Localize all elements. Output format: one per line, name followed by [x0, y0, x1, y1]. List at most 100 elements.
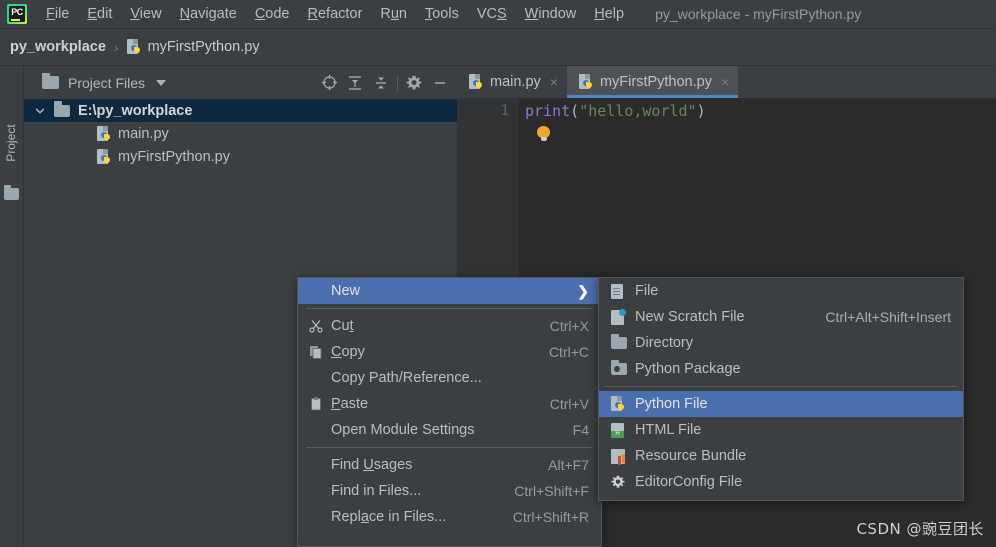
settings-gear-icon[interactable] — [401, 70, 427, 96]
context-menu-shortcut: Ctrl+X — [549, 318, 589, 334]
context-menu-label: Copy — [331, 344, 365, 360]
toolbar-divider — [397, 74, 398, 91]
menu-separator — [306, 308, 593, 309]
folder-icon — [54, 101, 70, 117]
code-line-1: print("hello,world") — [525, 102, 706, 120]
tab-main-py[interactable]: main.py × — [457, 66, 567, 97]
submenu-label: Python File — [635, 396, 708, 412]
submenu-item-editorconfig-file[interactable]: EditorConfig File — [599, 469, 963, 495]
menu-help[interactable]: Help — [585, 3, 633, 25]
context-menu-item-clipped[interactable] — [298, 530, 601, 546]
context-menu-item-paste[interactable]: Paste Ctrl+V — [298, 391, 601, 417]
menu-refactor[interactable]: Refactor — [299, 3, 372, 25]
menu-navigate[interactable]: Navigate — [171, 3, 246, 25]
menu-view[interactable]: View — [121, 3, 170, 25]
menu-bar: PC File Edit View Navigate Code Refactor… — [0, 0, 996, 29]
context-menu-label: Find Usages — [331, 457, 413, 473]
resource-bundle-icon — [611, 448, 635, 464]
collapse-all-icon[interactable] — [368, 70, 394, 96]
close-icon[interactable]: × — [721, 75, 729, 89]
context-menu-label: Replace in Files... — [331, 509, 447, 525]
python-file-icon — [578, 73, 594, 90]
tree-row-root[interactable]: E:\py_workplace — [24, 99, 457, 122]
hide-panel-icon[interactable] — [427, 70, 453, 96]
python-file-icon — [469, 73, 484, 90]
submenu-item-file[interactable]: File — [599, 278, 963, 304]
submenu-item-new-scratch-file[interactable]: New Scratch File Ctrl+Alt+Shift+Insert — [599, 304, 963, 330]
menu-code[interactable]: Code — [246, 3, 299, 25]
submenu-label: EditorConfig File — [635, 474, 743, 490]
submenu-label: Resource Bundle — [635, 448, 747, 464]
context-menu-label: Paste — [331, 396, 369, 412]
watermark: CSDN @豌豆团长 — [856, 520, 984, 538]
copy-icon — [309, 345, 331, 359]
context-menu-item-new[interactable]: New ❯ — [298, 278, 601, 304]
editor-tab-bar: main.py × myFirstPython.py × — [457, 66, 996, 98]
project-toolbar-icons — [316, 70, 457, 96]
context-menu-item-find-in-files[interactable]: Find in Files... Ctrl+Shift+F — [298, 478, 601, 504]
python-package-icon — [611, 359, 635, 375]
code-close-paren: ) — [696, 102, 706, 120]
context-menu-item-copy-path[interactable]: Copy Path/Reference... — [298, 365, 601, 391]
chevron-expanded-icon[interactable] — [32, 106, 48, 116]
context-menu-shortcut: Ctrl+Shift+R — [512, 509, 589, 525]
scissors-icon — [309, 319, 331, 333]
context-menu-shortcut: Ctrl+Shift+F — [514, 483, 589, 499]
html-file-icon — [611, 422, 635, 438]
submenu-label: Python Package — [635, 361, 741, 377]
line-number: 1 — [500, 103, 509, 119]
folder-icon[interactable] — [4, 185, 19, 200]
submenu-label: New Scratch File — [635, 309, 745, 325]
tree-row-myfirstpython-py[interactable]: myFirstPython.py — [24, 145, 457, 168]
pycharm-logo-icon: PC — [7, 4, 27, 24]
tree-row-main-py[interactable]: main.py — [24, 122, 457, 145]
project-toolbar: Project Files — [24, 66, 457, 99]
menu-run[interactable]: Run — [371, 3, 416, 25]
menu-vcs[interactable]: VCS — [468, 3, 516, 25]
submenu-shortcut: Ctrl+Alt+Shift+Insert — [825, 309, 951, 325]
project-panel-title[interactable]: Project Files — [68, 75, 145, 91]
context-menu-item-open-module-settings[interactable]: Open Module Settings F4 — [298, 417, 601, 443]
context-menu-shortcut: Ctrl+C — [548, 344, 589, 360]
close-icon[interactable]: × — [550, 75, 558, 89]
submenu-item-python-package[interactable]: Python Package — [599, 356, 963, 382]
project-tree: E:\py_workplace main.py myFirstPython.py — [24, 99, 457, 168]
tab-myfirstpython-py[interactable]: myFirstPython.py × — [566, 66, 739, 98]
submenu-item-directory[interactable]: Directory — [599, 330, 963, 356]
code-open-paren: ( — [570, 102, 580, 120]
tab-label: myFirstPython.py — [599, 73, 712, 90]
lightbulb-icon[interactable] — [537, 126, 550, 142]
context-menu-item-replace-in-files[interactable]: Replace in Files... Ctrl+Shift+R — [298, 504, 601, 530]
tab-label: main.py — [490, 73, 541, 90]
context-menu-item-cut[interactable]: Cut Ctrl+X — [298, 313, 601, 339]
file-icon — [611, 283, 635, 299]
tree-item-label: myFirstPython.py — [118, 148, 230, 165]
locate-target-icon[interactable] — [316, 70, 342, 96]
expand-all-icon[interactable] — [342, 70, 368, 96]
context-menu-item-copy[interactable]: Copy Ctrl+C — [298, 339, 601, 365]
tool-window-strip: Project — [0, 66, 24, 547]
pycharm-logo-text: PC — [11, 7, 23, 17]
context-menu-shortcut: F4 — [572, 422, 589, 438]
sidebar-item-project[interactable]: Project — [4, 113, 18, 173]
tree-root-label: E:\py_workplace — [78, 102, 193, 119]
paste-icon — [309, 397, 331, 411]
submenu-item-resource-bundle[interactable]: Resource Bundle — [599, 443, 963, 469]
context-menu-label: Cut — [331, 318, 354, 334]
breadcrumb: py_workplace › myFirstPython.py — [0, 29, 996, 66]
context-menu: New ❯ Cut Ctrl+X Copy Ctrl+C Copy Path/R… — [297, 277, 602, 547]
chevron-down-icon[interactable] — [156, 79, 167, 86]
breadcrumb-project[interactable]: py_workplace — [10, 39, 106, 55]
breadcrumb-file[interactable]: myFirstPython.py — [148, 39, 260, 55]
python-file-icon — [126, 39, 142, 55]
context-menu-item-find-usages[interactable]: Find Usages Alt+F7 — [298, 452, 601, 478]
submenu-item-python-file[interactable]: Python File — [599, 391, 963, 417]
menu-edit[interactable]: Edit — [78, 3, 121, 25]
scratch-file-icon — [611, 308, 635, 325]
menu-window[interactable]: Window — [516, 3, 586, 25]
submenu-item-html-file[interactable]: HTML File — [599, 417, 963, 443]
context-menu-label: Copy Path/Reference... — [331, 370, 482, 386]
menu-tools[interactable]: Tools — [416, 3, 468, 25]
menu-separator — [306, 447, 593, 448]
menu-file[interactable]: File — [37, 3, 78, 25]
